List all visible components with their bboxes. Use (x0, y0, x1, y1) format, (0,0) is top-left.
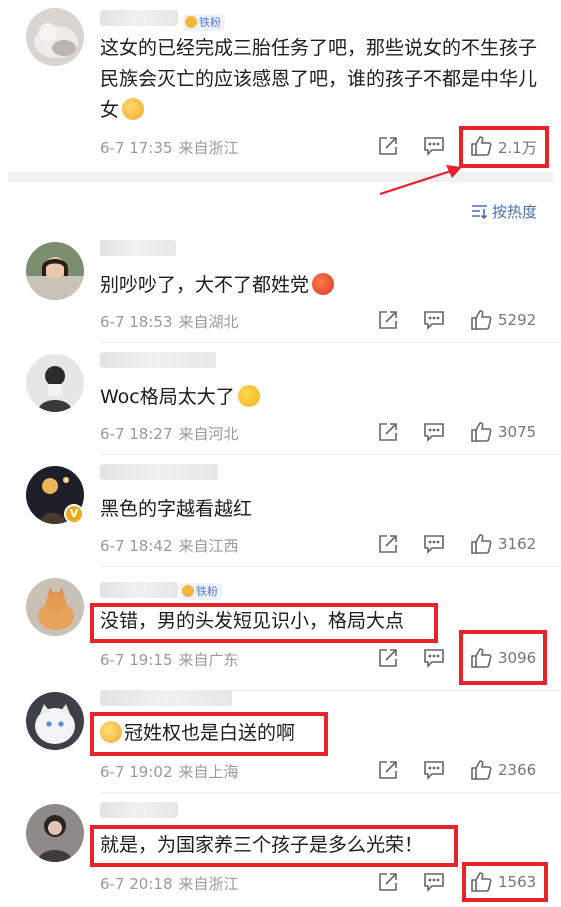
comment-icon[interactable] (423, 647, 445, 669)
comment-meta: 6-7 17:35 来自浙江 (100, 137, 239, 158)
comment-meta: 6-7 20:18 来自浙江 (100, 875, 239, 893)
comment-icon[interactable] (423, 759, 445, 781)
avatar[interactable] (26, 578, 84, 636)
divider (100, 454, 561, 455)
share-icon[interactable] (377, 871, 399, 893)
divider (100, 566, 561, 567)
avatar[interactable] (26, 692, 84, 750)
highlight-box (90, 825, 458, 867)
share-icon[interactable] (377, 759, 399, 781)
share-icon[interactable] (377, 421, 399, 443)
comment-icon[interactable] (423, 421, 445, 443)
comment-text: 黑色的字越看越红 (100, 498, 253, 520)
fan-badge-icon (182, 585, 194, 597)
comment-text: 这女的已经完成三胎任务了吧，那些说女的不生孩子民族会灭亡的应该感恩了吧，谁的孩子… (100, 37, 538, 121)
highlight-box (90, 603, 438, 643)
share-icon[interactable] (377, 533, 399, 555)
like-count: 2366 (498, 761, 537, 779)
facepalm-emoji-icon (122, 98, 145, 120)
username[interactable] (100, 240, 176, 256)
comment-text: Woc格局太大了 (100, 382, 260, 413)
avatar[interactable] (26, 804, 84, 862)
sort-toggle[interactable]: 按热度 (471, 201, 537, 223)
fan-badge-icon (185, 16, 197, 28)
verified-badge-icon: V (64, 504, 84, 524)
username[interactable] (100, 464, 218, 480)
comment-location: 来自浙江 (178, 139, 239, 157)
annotation-arrow (379, 165, 462, 196)
avatar[interactable] (26, 8, 84, 66)
avatar[interactable] (26, 242, 84, 300)
highlight-box (459, 126, 549, 168)
username[interactable] (100, 10, 178, 26)
like-icon[interactable] (470, 421, 492, 443)
like-count: 3162 (498, 535, 537, 553)
angry-emoji-icon (312, 273, 335, 295)
like-icon[interactable] (470, 533, 492, 555)
share-icon[interactable] (377, 647, 399, 669)
fan-badge: 铁粉 (183, 14, 225, 31)
like-icon[interactable] (470, 309, 492, 331)
highlight-box (462, 862, 548, 902)
divider (100, 792, 561, 793)
username[interactable] (100, 582, 178, 598)
comment-meta: 6-7 18:42 来自江西 (100, 537, 239, 555)
avatar[interactable] (26, 354, 84, 412)
share-icon[interactable] (377, 309, 399, 331)
share-icon[interactable] (377, 135, 399, 157)
comment-time: 6-7 17:35 (100, 139, 173, 157)
comment-meta: 6-7 18:27 来自河北 (100, 425, 239, 443)
comment-icon[interactable] (423, 135, 445, 157)
username[interactable] (100, 690, 232, 706)
username[interactable] (100, 352, 216, 368)
comment-text: 别吵吵了，大不了都姓党 (100, 270, 335, 301)
like-count: 5292 (498, 311, 537, 329)
highlight-box (459, 630, 547, 685)
comment-icon[interactable] (423, 871, 445, 893)
sort-icon (471, 204, 488, 223)
highlight-box (90, 712, 328, 756)
comment-meta: 6-7 19:02 来自上海 (100, 763, 239, 781)
comment-meta: 6-7 19:15 来自广东 (100, 651, 239, 669)
like-count: 3075 (498, 423, 537, 441)
comment-icon[interactable] (423, 309, 445, 331)
crying-laughing-emoji-icon (237, 385, 260, 407)
fan-badge: 铁粉 (180, 583, 222, 600)
divider (100, 342, 561, 343)
like-icon[interactable] (470, 759, 492, 781)
comment-meta: 6-7 18:53 来自湖北 (100, 313, 239, 331)
username[interactable] (100, 802, 178, 818)
comment-icon[interactable] (423, 533, 445, 555)
section-separator (8, 172, 553, 182)
